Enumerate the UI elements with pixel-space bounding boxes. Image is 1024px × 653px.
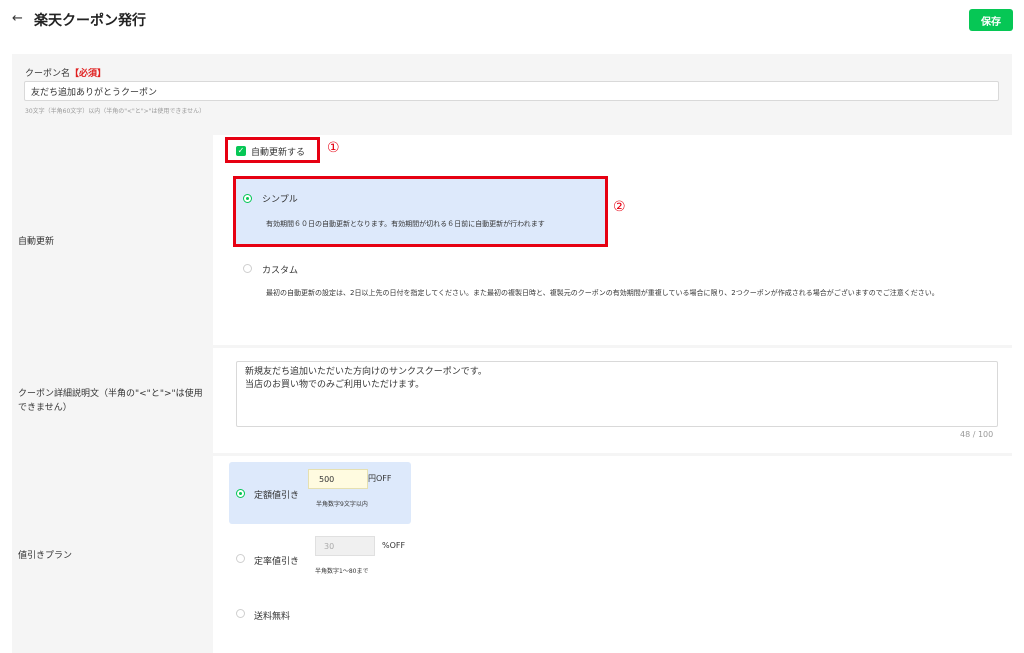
free-shipping-label[interactable]: 送料無料 bbox=[254, 609, 290, 622]
custom-option-desc: 最初の自動更新の設定は、2日以上先の日付を指定してください。また最初の複製日時と… bbox=[266, 289, 939, 297]
coupon-name-label: クーポン名【必須】 bbox=[25, 66, 106, 79]
fixed-discount-input[interactable] bbox=[308, 469, 368, 489]
page-title: 楽天クーポン発行 bbox=[34, 13, 146, 29]
coupon-name-label-text: クーポン名 bbox=[25, 69, 71, 79]
rate-discount-radio[interactable] bbox=[236, 554, 245, 563]
fixed-discount-unit: 円OFF bbox=[368, 474, 392, 483]
custom-option-label[interactable]: カスタム bbox=[262, 263, 298, 276]
annotation-marker-1: ① bbox=[327, 140, 340, 156]
rate-discount-hint: 半角数字1〜80まで bbox=[315, 568, 369, 575]
save-button[interactable]: 保存 bbox=[969, 9, 1013, 31]
description-row-label: クーポン詳細説明文（半角の"<"と">"は使用できません） bbox=[18, 389, 203, 413]
fixed-discount-label[interactable]: 定額値引き bbox=[254, 488, 299, 501]
description-textarea[interactable]: 新規友だち追加いただいた方向けのサンクスクーポンです。 当店のお買い物でのみご利… bbox=[236, 361, 998, 427]
coupon-name-input[interactable] bbox=[24, 81, 999, 101]
free-shipping-radio[interactable] bbox=[236, 609, 245, 618]
custom-radio[interactable] bbox=[243, 264, 252, 273]
fixed-discount-radio[interactable] bbox=[236, 489, 245, 498]
annotation-marker-2: ② bbox=[613, 199, 626, 215]
highlight-box-2 bbox=[233, 176, 608, 247]
required-badge: 【必須】 bbox=[70, 69, 107, 79]
back-arrow-icon[interactable]: ← bbox=[12, 11, 23, 26]
fixed-discount-hint: 半角数字9文字以内 bbox=[316, 501, 368, 508]
rate-discount-input[interactable] bbox=[315, 536, 375, 556]
rate-discount-unit: %OFF bbox=[382, 541, 406, 550]
auto-update-row-label: 自動更新 bbox=[18, 237, 55, 247]
description-char-count: 48 / 100 bbox=[960, 430, 994, 439]
highlight-box-1 bbox=[225, 137, 320, 163]
coupon-name-hint: 30文字（半角60文字）以内（半角の"<"と">"は使用できません） bbox=[25, 108, 206, 115]
discount-plan-row-label: 値引きプラン bbox=[18, 551, 73, 561]
rate-discount-label[interactable]: 定率値引き bbox=[254, 554, 299, 567]
